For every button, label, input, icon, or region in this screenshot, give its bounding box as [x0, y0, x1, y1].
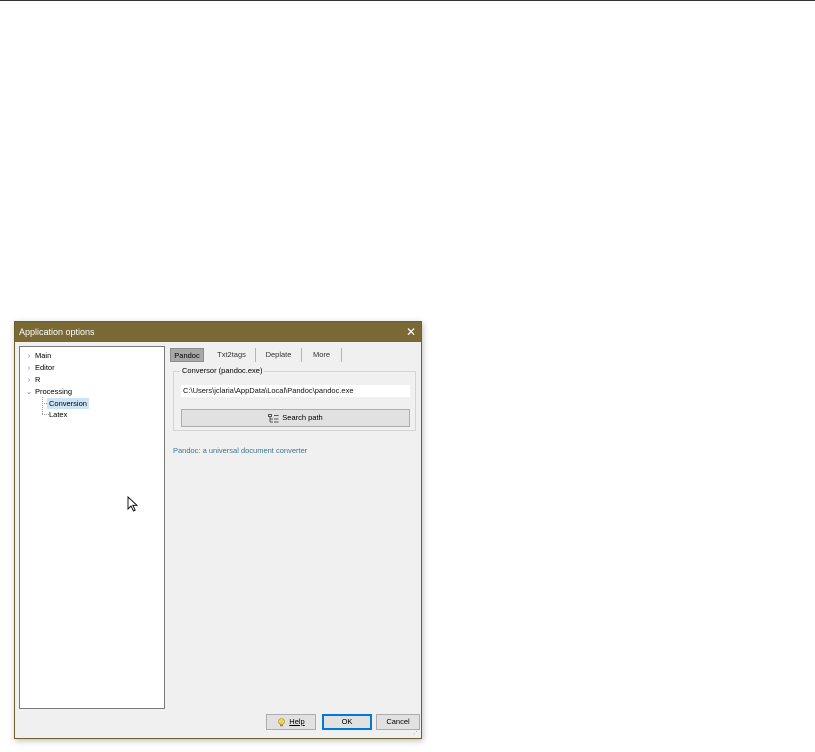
dialog-titlebar[interactable]: Application options ✕	[15, 322, 421, 342]
cancel-button[interactable]: Cancel	[376, 714, 420, 730]
mouse-cursor-icon	[127, 496, 139, 512]
tab-deplate[interactable]: Deplate	[256, 348, 302, 362]
conversor-legend: Conversor (pandoc.exe)	[180, 366, 265, 376]
tree-item-editor[interactable]: Editor	[35, 362, 55, 373]
pandoc-path-field[interactable]: C:\Users\jclaria\AppData\Local\Pandoc\pa…	[181, 385, 410, 397]
tree-item-latex[interactable]: Latex	[49, 409, 67, 420]
options-tree[interactable]: › Main › Editor › R ⌄ Processing Convers…	[19, 346, 165, 709]
conversor-group: Conversor (pandoc.exe) C:\Users\jclaria\…	[173, 366, 416, 431]
search-path-label: Search path	[282, 413, 323, 422]
chevron-right-icon[interactable]: ›	[25, 362, 33, 373]
tree-item-conversion[interactable]: Conversion	[47, 398, 89, 409]
chevron-down-icon[interactable]: ⌄	[25, 386, 33, 397]
tree-connector	[42, 397, 43, 414]
tree-item-main[interactable]: Main	[35, 350, 51, 361]
search-path-button[interactable]: Search path	[181, 409, 410, 427]
tree-item-r[interactable]: R	[35, 374, 40, 385]
chevron-right-icon[interactable]: ›	[25, 350, 33, 361]
chevron-right-icon[interactable]: ›	[25, 374, 33, 385]
pandoc-homepage-link[interactable]: Pandoc: a universal document converter	[173, 446, 307, 455]
resize-grip[interactable]: ⋰	[412, 729, 420, 737]
application-options-dialog: Application options ✕ › Main › Editor › …	[14, 321, 422, 739]
lightbulb-icon	[278, 717, 286, 726]
options-page: Pandoc Txt2tags Deplate More Conversor (…	[170, 346, 418, 710]
folder-tree-icon	[268, 413, 279, 422]
tree-item-processing[interactable]: Processing	[35, 386, 72, 397]
tab-txt2tags[interactable]: Txt2tags	[208, 348, 256, 362]
close-icon[interactable]: ✕	[401, 322, 421, 342]
tab-pandoc[interactable]: Pandoc	[170, 348, 204, 362]
top-divider	[0, 0, 815, 1]
tab-more[interactable]: More	[302, 348, 342, 362]
ok-button[interactable]: OK	[322, 714, 372, 730]
tree-connector	[42, 414, 49, 415]
help-label: Help	[289, 717, 305, 726]
help-button[interactable]: Help	[266, 714, 316, 730]
dialog-title: Application options	[19, 327, 95, 337]
